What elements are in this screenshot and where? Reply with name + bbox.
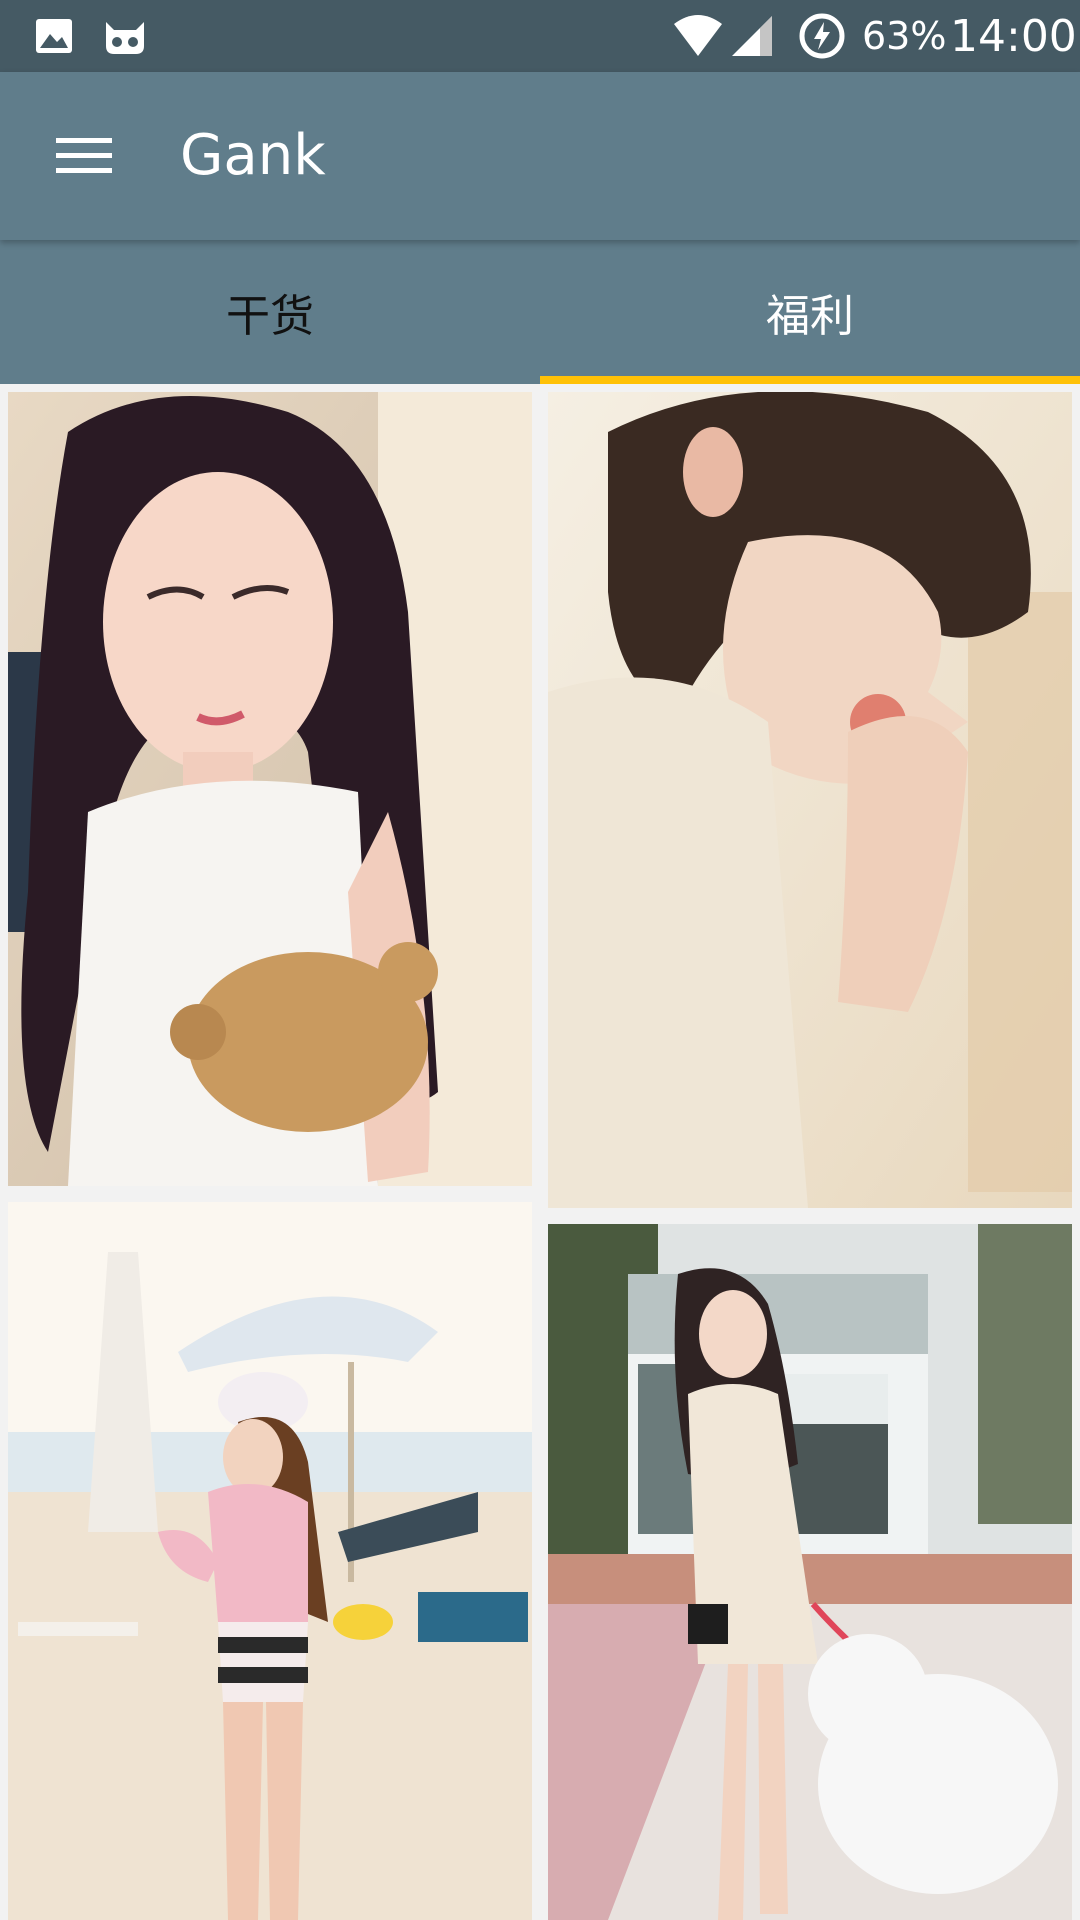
battery-charging-icon <box>798 0 846 72</box>
photo-2[interactable] <box>548 392 1072 1208</box>
photo-3[interactable] <box>8 1202 532 1920</box>
battery-percent: 63% <box>862 14 947 58</box>
tab-label: 干货 <box>226 291 314 342</box>
cat-icon <box>102 0 148 72</box>
image-icon <box>34 0 74 72</box>
photo-grid <box>0 384 1080 1920</box>
tab-fuli[interactable]: 福利 <box>540 240 1080 384</box>
toolbar: Gank <box>0 72 1080 240</box>
app-title: Gank <box>180 123 326 188</box>
menu-icon <box>56 138 112 173</box>
status-bar: 63% 14:00 <box>0 0 1080 72</box>
clock: 14:00 <box>950 10 1077 62</box>
photo-4[interactable] <box>548 1224 1072 1920</box>
menu-button[interactable] <box>40 116 128 196</box>
tab-label: 福利 <box>766 291 854 342</box>
photo-1[interactable] <box>8 392 532 1186</box>
wifi-icon <box>672 0 724 72</box>
tab-bar: 干货 福利 <box>0 240 1080 384</box>
signal-icon <box>730 0 774 72</box>
tab-indicator <box>540 376 1080 384</box>
tab-ganhuo[interactable]: 干货 <box>0 240 540 384</box>
